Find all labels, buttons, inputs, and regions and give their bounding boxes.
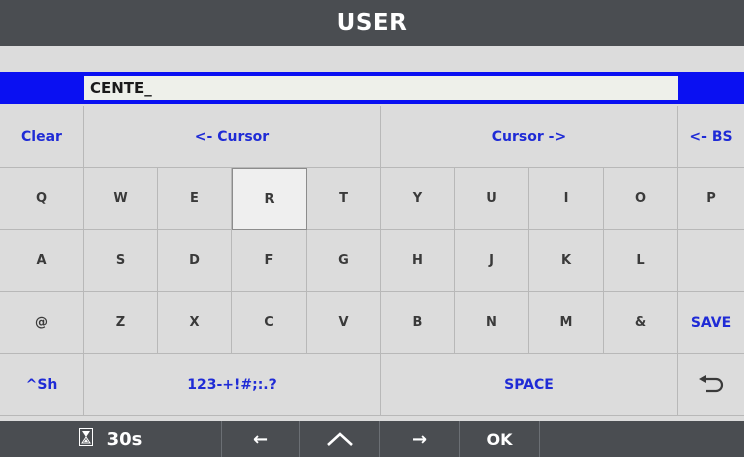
key-r[interactable]: R xyxy=(232,168,307,230)
enter-button[interactable] xyxy=(678,354,744,416)
key-y[interactable]: Y xyxy=(381,168,455,230)
caret-up-icon xyxy=(326,432,353,446)
key-w[interactable]: W xyxy=(84,168,158,230)
window-title: USER xyxy=(0,0,744,46)
key-j[interactable]: J xyxy=(455,230,529,292)
key-g[interactable]: G xyxy=(307,230,381,292)
clear-button[interactable]: Clear xyxy=(0,106,84,168)
key-n[interactable]: N xyxy=(455,292,529,354)
backspace-button[interactable]: <- BS xyxy=(678,106,744,168)
save-button[interactable]: SAVE xyxy=(678,292,744,354)
timer: 30s xyxy=(0,421,222,457)
right-arrow-button[interactable]: → xyxy=(380,421,460,457)
key-z[interactable]: Z xyxy=(84,292,158,354)
key-ampersand[interactable]: & xyxy=(604,292,678,354)
key-d[interactable]: D xyxy=(158,230,232,292)
key-f[interactable]: F xyxy=(232,230,307,292)
key-at[interactable]: @ xyxy=(0,292,84,354)
cursor-left-button[interactable]: <- Cursor xyxy=(84,106,381,168)
return-icon xyxy=(699,374,724,392)
key-c[interactable]: C xyxy=(232,292,307,354)
key-v[interactable]: V xyxy=(307,292,381,354)
key-s[interactable]: S xyxy=(84,230,158,292)
key-x[interactable]: X xyxy=(158,292,232,354)
input-row: CENTE_ xyxy=(0,72,744,104)
cursor-right-button[interactable]: Cursor -> xyxy=(381,106,678,168)
hourglass-icon xyxy=(78,427,93,451)
key-b[interactable]: B xyxy=(381,292,455,354)
key-empty xyxy=(678,230,744,292)
symbols-button[interactable]: 123-+!#;:.? xyxy=(84,354,381,416)
key-t[interactable]: T xyxy=(307,168,381,230)
spacer xyxy=(0,46,744,72)
shift-button[interactable]: ^Sh xyxy=(0,354,84,416)
keyboard: Clear <- Cursor Cursor -> <- BS Q W E R … xyxy=(0,106,744,418)
bottom-bar: 30s ← → OK xyxy=(0,421,744,457)
text-input[interactable]: CENTE_ xyxy=(84,76,678,100)
timer-value: 30s xyxy=(106,428,143,450)
key-o[interactable]: O xyxy=(604,168,678,230)
up-button[interactable] xyxy=(300,421,380,457)
key-m[interactable]: M xyxy=(529,292,604,354)
key-i[interactable]: I xyxy=(529,168,604,230)
key-q[interactable]: Q xyxy=(0,168,84,230)
ok-button[interactable]: OK xyxy=(460,421,540,457)
key-a[interactable]: A xyxy=(0,230,84,292)
key-l[interactable]: L xyxy=(604,230,678,292)
key-u[interactable]: U xyxy=(455,168,529,230)
space-button[interactable]: SPACE xyxy=(381,354,678,416)
left-arrow-button[interactable]: ← xyxy=(222,421,300,457)
key-e[interactable]: E xyxy=(158,168,232,230)
key-h[interactable]: H xyxy=(381,230,455,292)
key-k[interactable]: K xyxy=(529,230,604,292)
key-p[interactable]: P xyxy=(678,168,744,230)
